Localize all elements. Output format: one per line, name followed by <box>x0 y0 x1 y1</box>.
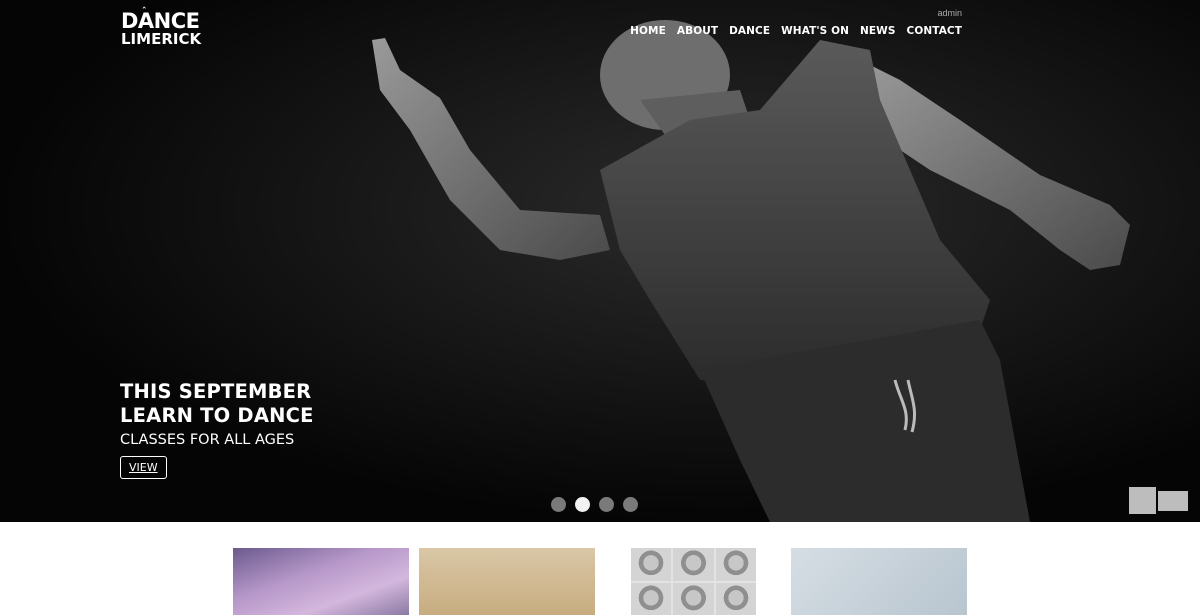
feature-card-4[interactable] <box>791 548 967 615</box>
slider-dots <box>551 497 638 512</box>
slider-dot-1[interactable] <box>551 497 566 512</box>
nav-whats-on[interactable]: WHAT'S ON <box>781 25 849 37</box>
feature-card-3[interactable] <box>631 548 756 615</box>
feature-cards <box>0 548 1200 615</box>
main-nav: HOME ABOUT DANCE WHAT'S ON NEWS CONTACT <box>619 25 962 37</box>
dance-ireland-logo[interactable] <box>1158 491 1188 511</box>
portrait-grid <box>631 548 756 615</box>
nav-about[interactable]: ABOUT <box>677 25 718 37</box>
slider-dot-3[interactable] <box>599 497 614 512</box>
feature-card-1[interactable] <box>233 548 409 615</box>
portrait-photo <box>715 583 756 615</box>
logo-line-2: LIMERICK <box>121 30 202 48</box>
hero-caption: THIS SEPTEMBER LEARN TO DANCE CLASSES FO… <box>120 380 314 479</box>
nav-dance[interactable]: DANCE <box>729 25 770 37</box>
arts-council-logo[interactable] <box>1129 487 1156 514</box>
hero-headline-line-1: THIS SEPTEMBER <box>120 380 312 403</box>
slider-dot-2[interactable] <box>575 497 590 512</box>
slider-dot-4[interactable] <box>623 497 638 512</box>
feature-card-2[interactable] <box>419 548 595 615</box>
sponsor-logos <box>1129 487 1188 514</box>
nav-home[interactable]: HOME <box>630 25 666 37</box>
logo-accent-mark: ˆ <box>142 7 147 17</box>
hero-subheading: CLASSES FOR ALL AGES <box>120 432 295 448</box>
brand-logo[interactable]: ˆ DANCE LIMERICK <box>121 7 202 48</box>
portrait-photo <box>631 548 672 581</box>
view-button[interactable]: VIEW <box>120 456 167 479</box>
admin-link[interactable]: admin <box>937 8 962 18</box>
hero-headline-line-2: LEARN TO DANCE <box>120 404 314 427</box>
hero-slider: ˆ DANCE LIMERICK admin HOME ABOUT DANCE … <box>0 0 1200 522</box>
logo-line-1: DANCE <box>121 9 200 33</box>
portrait-photo <box>673 548 714 581</box>
portrait-photo <box>631 583 672 615</box>
nav-news[interactable]: NEWS <box>860 25 896 37</box>
portrait-photo <box>673 583 714 615</box>
portrait-photo <box>715 548 756 581</box>
nav-contact[interactable]: CONTACT <box>907 25 962 37</box>
